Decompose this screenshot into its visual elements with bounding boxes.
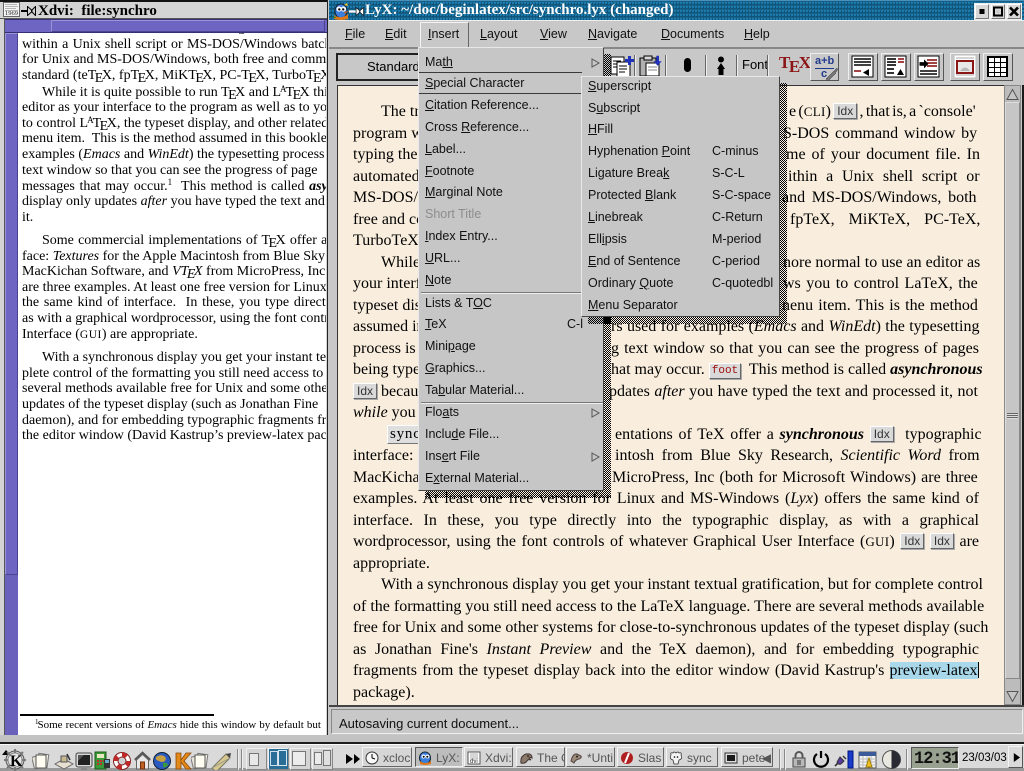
svg-text:K: K — [10, 753, 23, 770]
svg-text:1969: 1969 — [5, 10, 18, 17]
svg-text:dvi: dvi — [470, 759, 478, 765]
